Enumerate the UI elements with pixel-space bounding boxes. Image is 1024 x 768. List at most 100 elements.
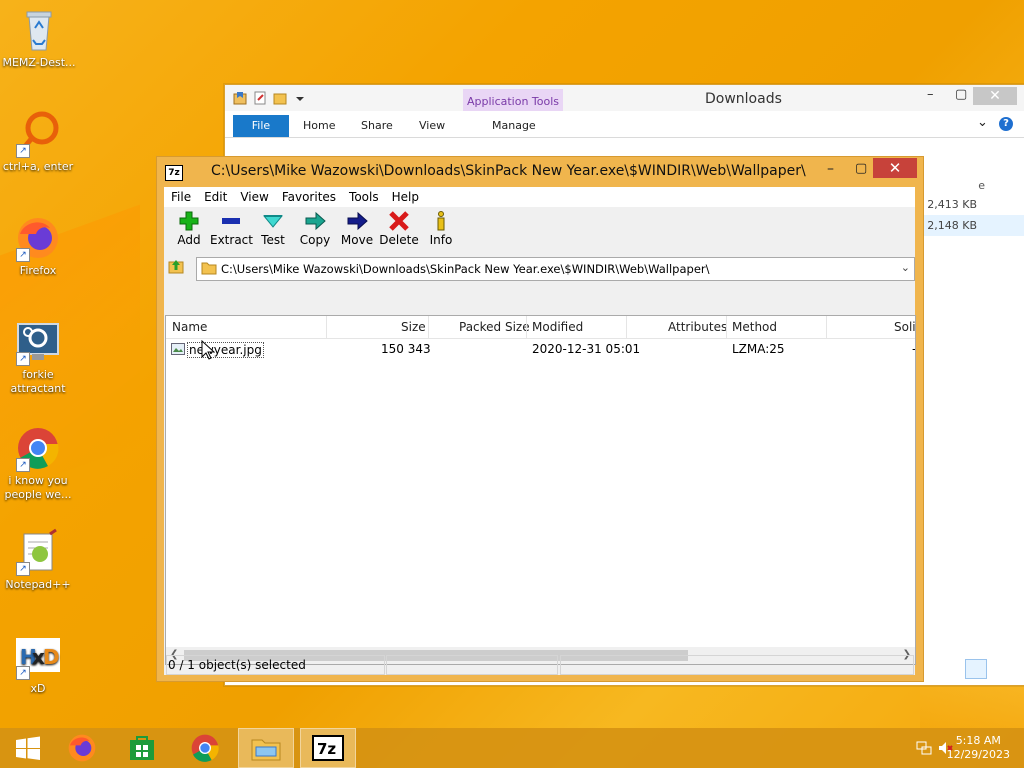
chrome-icon bbox=[191, 734, 219, 762]
sevenzip-app-icon: 7z bbox=[165, 165, 183, 181]
move-button[interactable]: Move bbox=[336, 207, 378, 255]
ribbon-tab-manage[interactable]: Manage bbox=[492, 119, 536, 132]
desktop-icon-forkie-attractant[interactable]: ↗ forkie attractant bbox=[0, 318, 76, 396]
network-icon[interactable] bbox=[916, 740, 932, 756]
toolbar: Add Extract Test Copy Move Delete Info bbox=[164, 207, 915, 255]
sevenzip-window[interactable]: 7z C:\Users\Mike Wazowski\Downloads\Skin… bbox=[156, 156, 924, 682]
extract-label: Extract bbox=[210, 233, 253, 247]
add-button[interactable]: Add bbox=[168, 207, 210, 255]
image-file-icon bbox=[171, 343, 185, 355]
sevenzip-minimize-button[interactable]: – bbox=[827, 161, 834, 177]
mouse-cursor-icon bbox=[201, 340, 215, 360]
delete-label: Delete bbox=[379, 233, 419, 247]
ribbon-tab-share[interactable]: Share bbox=[361, 119, 393, 132]
ribbon-tab-view[interactable]: View bbox=[419, 119, 445, 132]
status-selection: 0 / 1 object(s) selected bbox=[166, 655, 385, 675]
column-modified[interactable]: Modified bbox=[532, 320, 583, 334]
large-icons-view-icon[interactable] bbox=[991, 659, 1013, 679]
table-row[interactable]: newyear.jpg 150 343 2020-12-31 05:01 LZM… bbox=[166, 339, 915, 359]
status-bar: 0 / 1 object(s) selected bbox=[164, 653, 915, 675]
menu-favorites[interactable]: Favorites bbox=[275, 187, 342, 207]
menu-edit[interactable]: Edit bbox=[197, 187, 233, 207]
taskbar-file-explorer[interactable] bbox=[238, 728, 294, 768]
test-button[interactable]: Test bbox=[252, 207, 294, 255]
start-button[interactable] bbox=[0, 728, 56, 768]
desktop-icon-label: ctrl+a, enter bbox=[2, 160, 74, 173]
move-icon bbox=[347, 211, 368, 231]
column-headers: Name Size Packed Size Modified Attribute… bbox=[166, 316, 915, 339]
desktop-icon-ctrl-a-enter[interactable]: ↗ ctrl+a, enter bbox=[0, 110, 76, 174]
explorer-minimize-button[interactable]: – bbox=[927, 87, 934, 102]
info-icon bbox=[437, 211, 445, 231]
explorer-close-button[interactable]: ✕ bbox=[973, 87, 1017, 105]
up-folder-icon[interactable] bbox=[168, 258, 184, 274]
menu-help[interactable]: Help bbox=[385, 187, 425, 207]
address-path: C:\Users\Mike Wazowski\Downloads\SkinPac… bbox=[221, 262, 710, 276]
taskbar-store[interactable] bbox=[114, 728, 170, 768]
file-method: LZMA:25 bbox=[732, 342, 785, 356]
new-folder-icon[interactable] bbox=[273, 91, 287, 105]
clock-time: 5:18 AM bbox=[955, 734, 1001, 747]
store-icon bbox=[130, 736, 154, 760]
details-view-icon[interactable] bbox=[965, 659, 987, 679]
add-label: Add bbox=[177, 233, 201, 247]
desktop-icon-firefox[interactable]: ↗ Firefox bbox=[0, 214, 76, 278]
menu-tools[interactable]: Tools bbox=[342, 187, 385, 207]
column-size[interactable]: Size bbox=[401, 320, 426, 334]
desktop-icon-recycle-bin[interactable]: MEMZ-Dest... bbox=[1, 6, 77, 70]
move-label: Move bbox=[340, 233, 374, 247]
firefox-icon: ↗ bbox=[14, 214, 62, 262]
delete-button[interactable]: Delete bbox=[378, 207, 420, 255]
column-packed-size[interactable]: Packed Size bbox=[459, 320, 530, 334]
sevenzip-titlebar[interactable]: 7z C:\Users\Mike Wazowski\Downloads\Skin… bbox=[157, 157, 923, 187]
desktop-icon-label: Firefox bbox=[19, 264, 57, 277]
new-document-icon[interactable] bbox=[253, 91, 267, 105]
desktop-icon-label: MEMZ-Dest... bbox=[2, 56, 76, 69]
desktop-icon-hxd[interactable]: HxD ↗ xD bbox=[0, 632, 76, 696]
chevron-down-icon[interactable]: ⌄ bbox=[901, 261, 910, 274]
explorer-file-size[interactable]: 2,148 KB bbox=[915, 215, 1024, 236]
shortcut-arrow-icon: ↗ bbox=[16, 458, 30, 472]
desktop-icon-label: forkie attractant bbox=[10, 368, 66, 395]
file-list[interactable]: Name Size Packed Size Modified Attribute… bbox=[165, 315, 916, 665]
desktop-icon-chrome[interactable]: ↗ i know you people we... bbox=[0, 424, 76, 502]
taskbar-sevenzip[interactable]: 7z bbox=[300, 728, 356, 768]
copy-icon bbox=[305, 211, 326, 231]
taskbar-chrome[interactable] bbox=[177, 728, 233, 768]
recycle-bin-icon bbox=[15, 6, 63, 54]
copy-button[interactable]: Copy bbox=[294, 207, 336, 255]
sevenzip-icon: 7z bbox=[312, 735, 344, 761]
taskbar: 7z 5:18 AM 12/29/2023 bbox=[0, 728, 1024, 768]
sevenzip-maximize-button[interactable]: ▢ bbox=[855, 161, 867, 176]
menu-file[interactable]: File bbox=[164, 187, 197, 207]
qat-dropdown-icon[interactable] bbox=[293, 91, 307, 105]
desktop-icon-notepadpp[interactable]: ↗ Notepad++ bbox=[0, 528, 76, 592]
computer-settings-icon: ↗ bbox=[14, 318, 62, 366]
explorer-maximize-button[interactable]: ▢ bbox=[955, 87, 967, 102]
system-clock[interactable]: 5:18 AM 12/29/2023 bbox=[947, 734, 1010, 762]
notepadpp-icon: ↗ bbox=[14, 528, 62, 576]
menu-view[interactable]: View bbox=[233, 187, 274, 207]
properties-icon[interactable] bbox=[233, 91, 247, 105]
address-combobox[interactable]: C:\Users\Mike Wazowski\Downloads\SkinPac… bbox=[196, 257, 915, 281]
shortcut-arrow-icon: ↗ bbox=[16, 352, 30, 366]
column-solid[interactable]: Soli bbox=[894, 320, 915, 334]
help-icon[interactable]: ? bbox=[999, 117, 1013, 131]
ribbon-tab-file[interactable]: File bbox=[233, 115, 289, 137]
column-attributes[interactable]: Attributes bbox=[668, 320, 727, 334]
ribbon-expand-chevron-icon[interactable]: ⌄ bbox=[977, 115, 988, 130]
firefox-icon bbox=[68, 734, 96, 762]
extract-button[interactable]: Extract bbox=[210, 207, 253, 255]
desktop-icon-label: xD bbox=[30, 682, 46, 695]
explorer-file-size[interactable]: 2,413 KB bbox=[915, 194, 1024, 215]
sevenzip-close-button[interactable]: ✕ bbox=[873, 158, 917, 178]
svg-text:7z: 7z bbox=[317, 740, 336, 758]
quick-access-toolbar bbox=[233, 91, 307, 105]
ribbon-tab-home[interactable]: Home bbox=[303, 119, 335, 132]
taskbar-firefox[interactable] bbox=[54, 728, 110, 768]
shortcut-arrow-icon: ↗ bbox=[16, 144, 30, 158]
column-method[interactable]: Method bbox=[732, 320, 777, 334]
column-name[interactable]: Name bbox=[172, 320, 207, 334]
info-button[interactable]: Info bbox=[420, 207, 462, 255]
explorer-titlebar[interactable]: Application Tools Downloads – ▢ ✕ bbox=[225, 85, 1024, 115]
